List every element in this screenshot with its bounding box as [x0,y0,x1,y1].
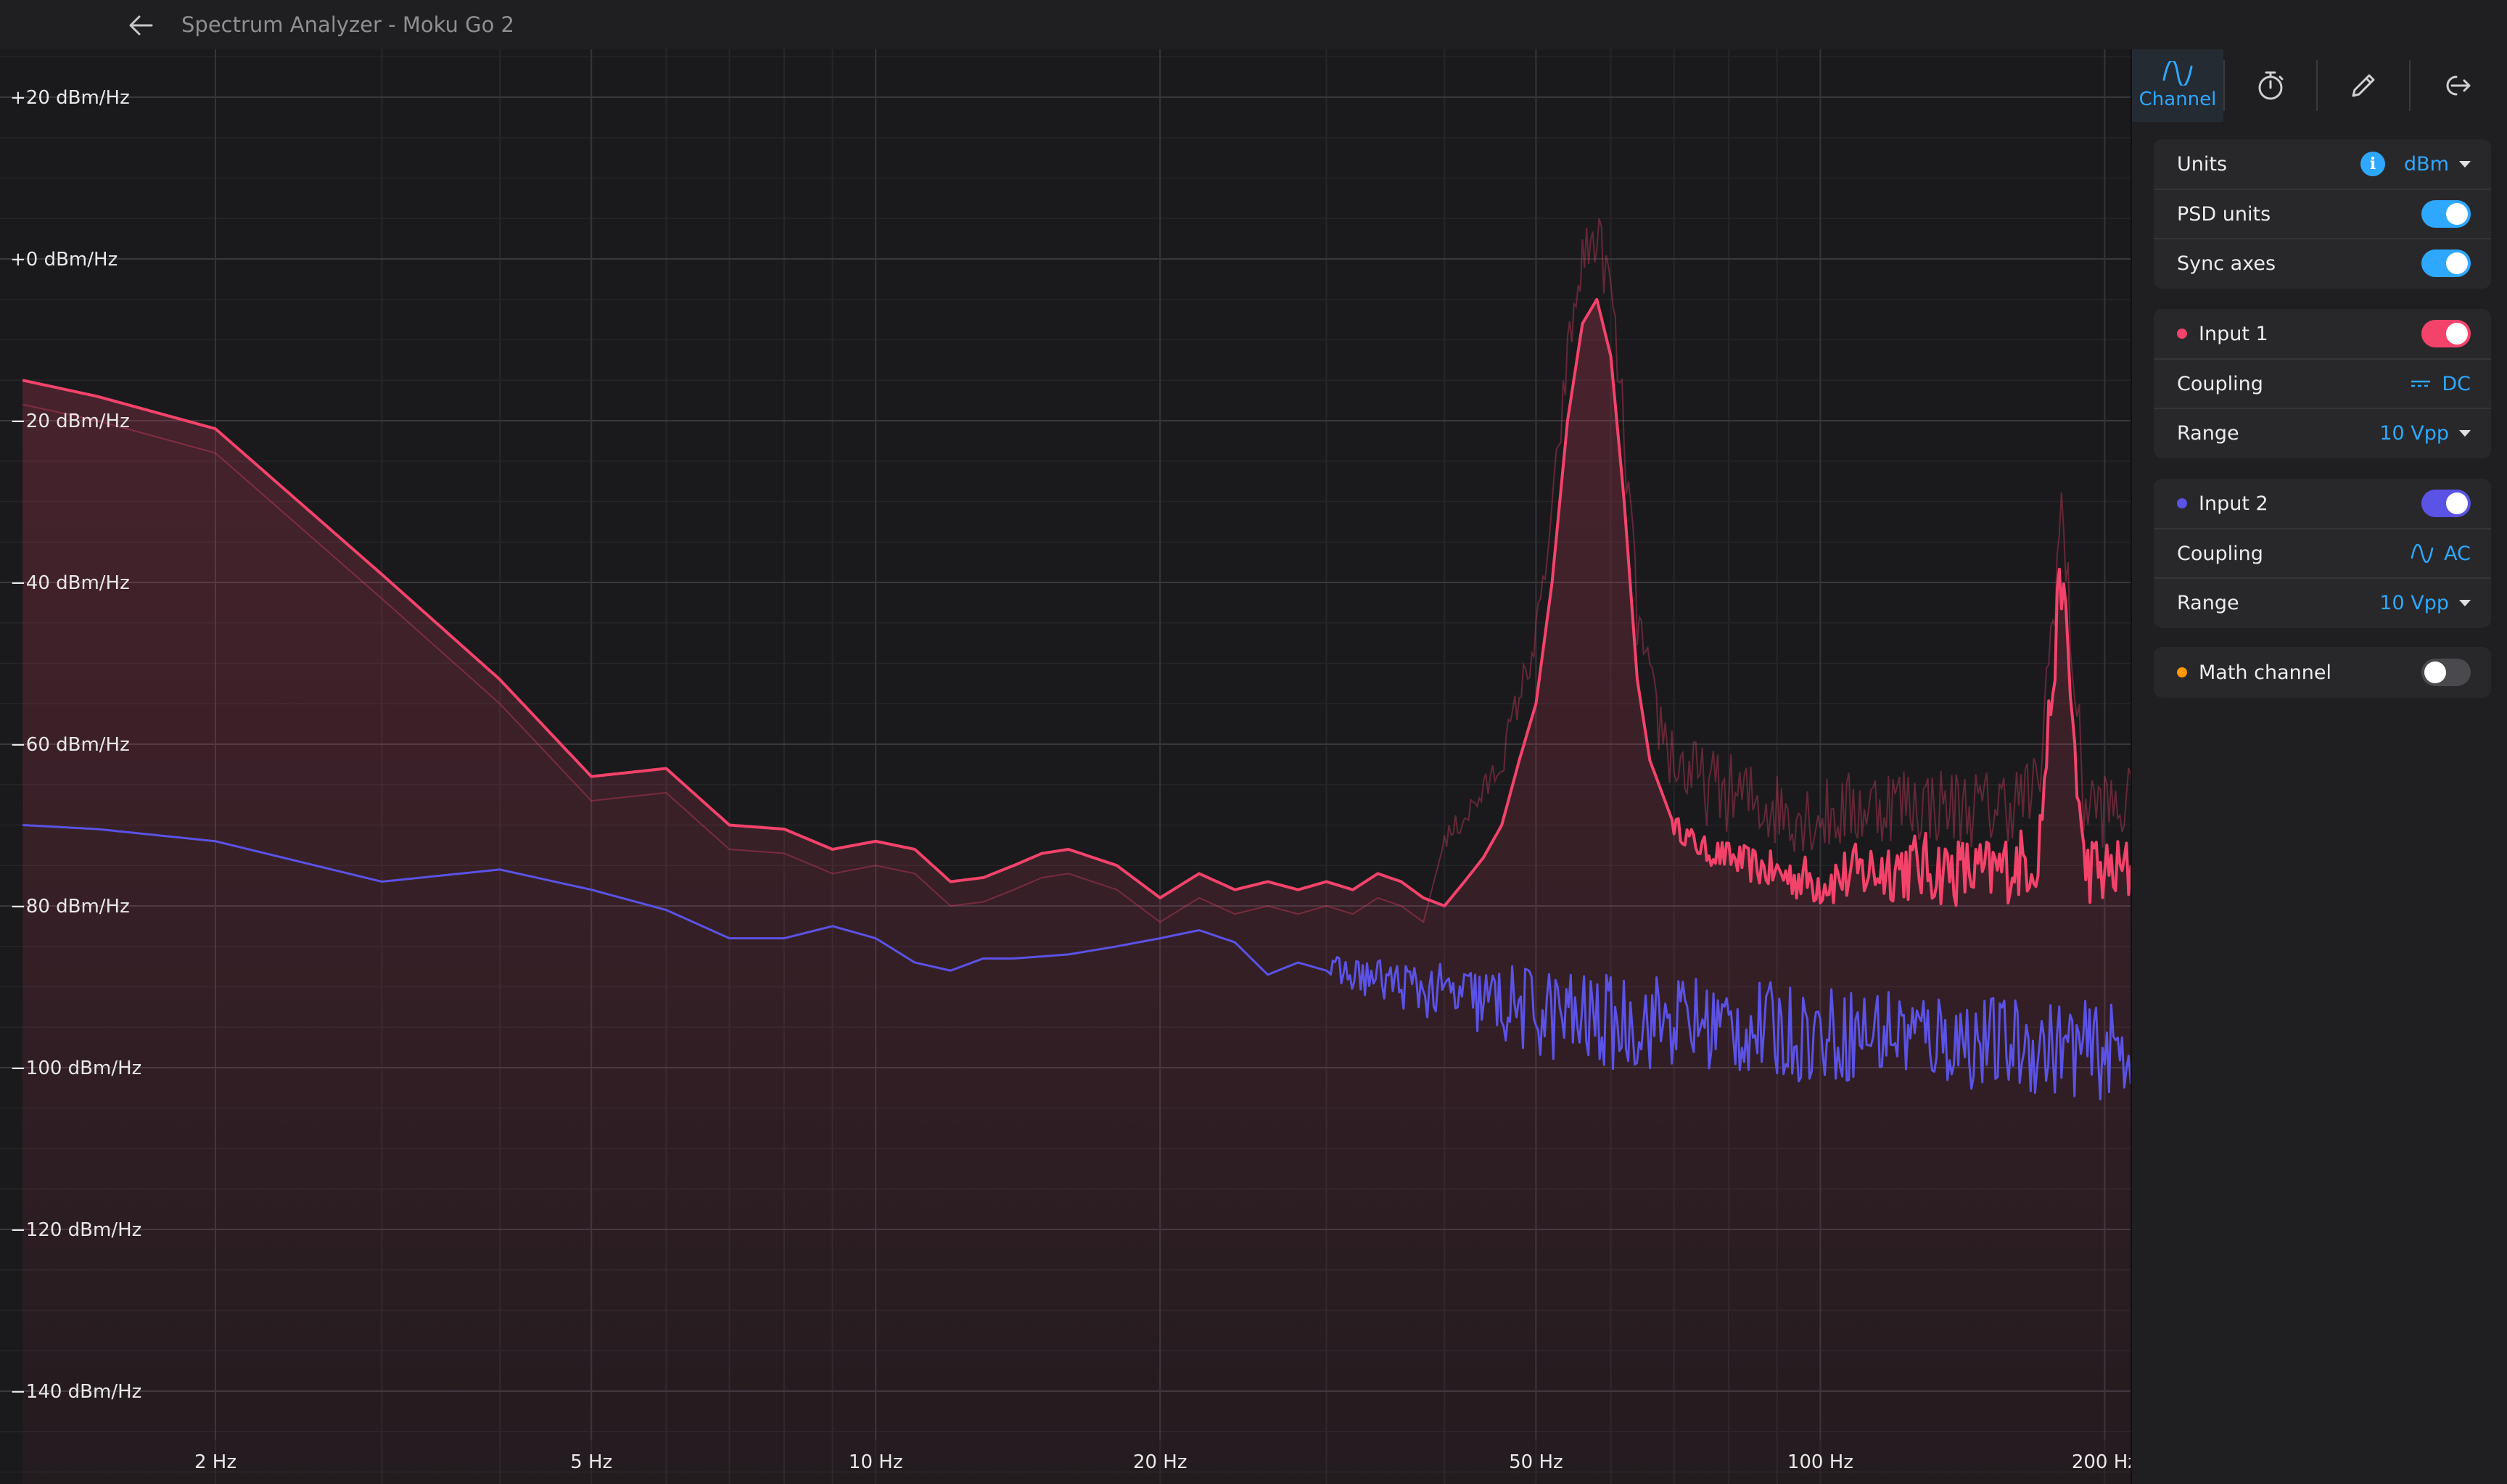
input1-range-select[interactable]: 10 Vpp [2379,422,2471,445]
info-icon[interactable]: i [2360,152,2386,176]
y-tick-label: −80 dBm/Hz [10,896,130,918]
spectrum-chart[interactable]: +20 dBm/Hz +0 dBm/Hz −20 dBm/Hz −40 dBm/Hz −… [0,49,2131,1484]
sync-axes-row: Sync axes [2154,238,2491,287]
title-bar: Spectrum Analyzer - Moku Go 2 [0,0,2507,49]
tab-measurements[interactable] [2318,49,2409,122]
exit-icon [2446,75,2471,96]
y-tick-label: +20 dBm/Hz [10,87,130,109]
input2-range-select[interactable]: 10 Vpp [2379,592,2471,614]
y-tick-label: −60 dBm/Hz [10,734,130,756]
input1-coupling-value: DC [2442,372,2471,395]
input1-title: Input 1 [2177,323,2421,345]
ac-coupling-icon [2411,544,2434,563]
units-select[interactable]: dBm [2404,153,2471,176]
math-channel-row: Math channel [2154,648,2491,697]
units-value: dBm [2404,152,2449,176]
input1-range-label: Range [2177,421,2239,445]
y-tick-label: −120 dBm/Hz [10,1219,141,1241]
input1-coupling-label: Coupling [2177,372,2263,395]
math-channel-label: Math channel [2199,661,2331,684]
x-tick-label: 100 Hz [1787,1451,1853,1473]
input1-toggle[interactable] [2421,320,2471,347]
tab-channel-label: Channel [2138,88,2217,110]
toggle-knob [2446,323,2468,345]
input2-color-dot [2177,498,2187,508]
x-tick-label: 200 Hz [2072,1451,2131,1473]
psd-units-row: PSD units [2154,189,2491,238]
y-tick-label: +0 dBm/Hz [10,249,118,271]
input2-title: Input 2 [2177,492,2421,515]
display-settings-group: Units i dBm PSD units Sync axes [2154,139,2491,289]
x-tick-label: 2 Hz [194,1451,236,1473]
y-tick-label: −100 dBm/Hz [10,1058,141,1079]
sync-axes-toggle[interactable] [2421,250,2471,277]
window-title: Spectrum Analyzer - Moku Go 2 [181,12,514,37]
input2-coupling-select[interactable]: AC [2411,543,2471,565]
toggle-knob [2446,203,2468,225]
input2-coupling-label: Coupling [2177,542,2263,565]
chevron-down-icon [2459,160,2471,168]
input1-group: Input 1 Coupling DC Range 10 Vpp [2154,309,2491,458]
x-tick-label: 20 Hz [1133,1451,1187,1473]
stopwatch-icon [2258,71,2284,100]
dc-coupling-icon [2410,376,2432,391]
input2-label: Input 2 [2199,492,2268,515]
math-channel-group: Math channel [2154,647,2491,698]
math-channel-toggle[interactable] [2421,659,2471,686]
input2-coupling-row: Coupling AC [2154,528,2491,577]
ruler-pencil-icon [2352,74,2375,97]
y-tick-label: −140 dBm/Hz [10,1381,141,1403]
x-tick-label: 50 Hz [1509,1451,1563,1473]
psd-units-toggle[interactable] [2421,200,2471,228]
input2-group: Input 2 Coupling AC Range 10 Vpp [2154,479,2491,628]
units-label: Units [2177,152,2228,176]
chevron-down-icon [2459,599,2471,606]
input1-coupling-select[interactable]: DC [2410,373,2471,395]
x-tick-label: 5 Hz [570,1451,612,1473]
math-color-dot [2177,667,2187,677]
tab-channel[interactable]: Channel [2132,49,2223,122]
input1-coupling-row: Coupling DC [2154,358,2491,408]
chevron-down-icon [2459,429,2471,437]
input1-label: Input 1 [2199,322,2268,345]
units-row: Units i dBm [2154,139,2491,189]
input1-range-value: 10 Vpp [2379,421,2449,445]
y-tick-label: −20 dBm/Hz [10,411,130,432]
toggle-knob [2446,492,2468,514]
side-panel: Channel Units i dBm PSD units Sync axes … [2131,49,2507,1484]
arrow-left-icon [129,15,153,36]
input2-coupling-value: AC [2444,542,2471,565]
tab-exit[interactable] [2411,49,2502,122]
tab-stopwatch[interactable] [2225,49,2316,122]
tab-bar: Channel [2132,49,2507,122]
x-tick-label: 10 Hz [849,1451,903,1473]
sine-wave-icon [2162,61,2193,86]
y-tick-label: −40 dBm/Hz [10,572,130,594]
input2-range-label: Range [2177,591,2239,614]
spectrum-plot[interactable]: +20 dBm/Hz +0 dBm/Hz −20 dBm/Hz −40 dBm/Hz −… [0,49,2131,1484]
toggle-knob [2424,661,2446,683]
input1-header-row: Input 1 [2154,309,2491,358]
input2-toggle[interactable] [2421,490,2471,517]
input1-trace-fill [22,299,2131,1484]
psd-units-label: PSD units [2177,202,2271,226]
sync-axes-label: Sync axes [2177,252,2276,275]
input2-range-value: 10 Vpp [2379,591,2449,614]
back-button[interactable] [120,7,161,44]
input1-range-row: Range 10 Vpp [2154,408,2491,457]
input2-range-row: Range 10 Vpp [2154,577,2491,627]
input2-header-row: Input 2 [2154,479,2491,528]
math-channel-title: Math channel [2177,661,2421,684]
input1-color-dot [2177,329,2187,339]
toggle-knob [2446,252,2468,274]
